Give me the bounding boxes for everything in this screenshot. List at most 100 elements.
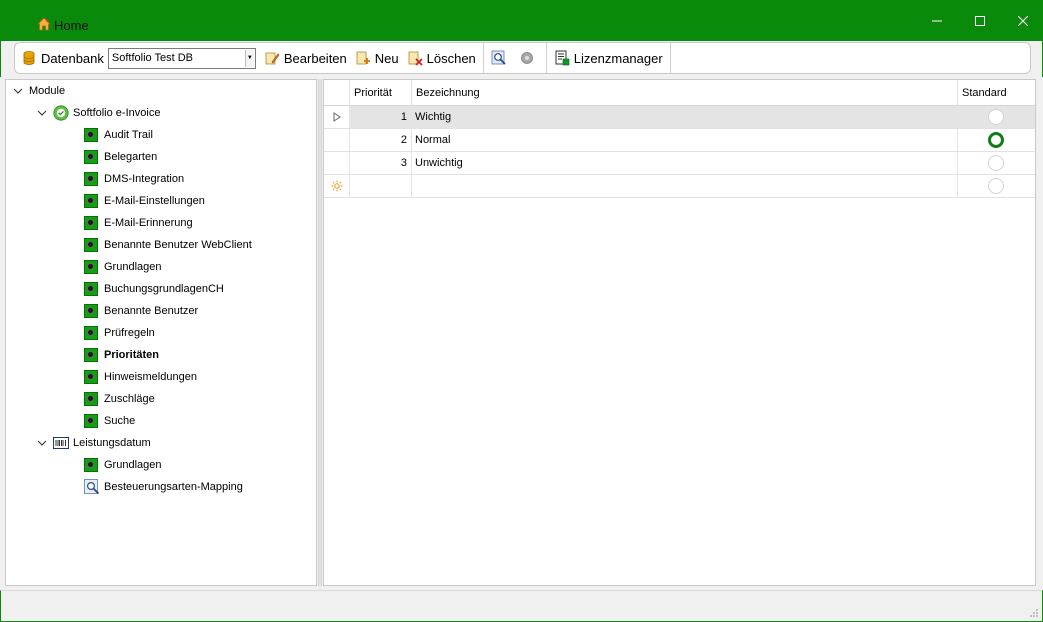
- tree-item-benannte-benutzer-webclient[interactable]: Benannte Benutzer WebClient: [84, 234, 252, 256]
- standard-radio[interactable]: [988, 132, 1004, 148]
- gear-icon: [84, 392, 98, 406]
- cell-prioritaet[interactable]: 1: [350, 106, 412, 128]
- tree-item-dms-integration[interactable]: DMS-Integration: [84, 168, 184, 190]
- gear-icon: [84, 194, 98, 208]
- grid-header: Priorität Bezeichnung Standard: [324, 80, 1035, 106]
- database-select[interactable]: Softfolio Test DB ▼: [107, 47, 256, 69]
- minimize-button[interactable]: [914, 6, 960, 36]
- search-document-icon: [491, 50, 506, 65]
- gear-icon: [84, 128, 98, 142]
- tree-item-label: Suche: [104, 415, 136, 427]
- gear-icon: [84, 458, 98, 472]
- tree-node-label: Softfolio e-Invoice: [73, 107, 161, 119]
- row-indicator[interactable]: [324, 106, 350, 128]
- settings-button[interactable]: [515, 43, 543, 73]
- current-row-arrow-icon: [333, 112, 341, 122]
- chevron-down-icon[interactable]: [37, 438, 47, 448]
- gear-icon: [84, 370, 98, 384]
- chevron-down-icon[interactable]: ▼: [244, 49, 254, 67]
- chevron-down-icon[interactable]: [13, 86, 23, 96]
- column-header-prioritaet[interactable]: Priorität: [350, 80, 412, 106]
- edit-button[interactable]: Bearbeiten: [260, 43, 351, 73]
- tree-item-e-mail-einstellungen[interactable]: E-Mail-Einstellungen: [84, 190, 205, 212]
- cell-standard[interactable]: [958, 152, 1035, 174]
- tree-node-module[interactable]: Module: [13, 80, 65, 102]
- cell-prioritaet[interactable]: 3: [350, 152, 412, 174]
- tree-item-besteuerungsarten-mapping[interactable]: Besteuerungsarten-Mapping: [84, 476, 243, 498]
- chevron-down-icon[interactable]: [37, 108, 47, 118]
- standard-radio[interactable]: [988, 178, 1004, 194]
- grid-new-row[interactable]: [324, 175, 1035, 198]
- cell-value: Normal: [415, 134, 451, 146]
- tree-item-belegarten[interactable]: Belegarten: [84, 146, 157, 168]
- cell-value: Wichtig: [415, 111, 452, 123]
- grid-row[interactable]: 1 Wichtig: [324, 106, 1035, 129]
- cell-bezeichnung[interactable]: [412, 175, 958, 197]
- column-header-standard[interactable]: Standard: [958, 80, 1035, 106]
- cell-bezeichnung[interactable]: Wichtig: [412, 106, 958, 128]
- database-icon: [23, 51, 35, 65]
- panel-splitter[interactable]: [318, 79, 322, 586]
- edit-label: Bearbeiten: [283, 50, 347, 66]
- license-manager-button[interactable]: Lizenzmanager: [550, 43, 667, 73]
- column-header-label: Standard: [962, 87, 1007, 99]
- cell-standard[interactable]: [958, 106, 1035, 128]
- tree-node-leistungsdatum[interactable]: Leistungsdatum: [37, 432, 151, 454]
- tree-item-e-mail-erinnerung[interactable]: E-Mail-Erinnerung: [84, 212, 193, 234]
- grid-row[interactable]: 2 Normal: [324, 129, 1035, 152]
- database-label-group: Datenbank: [15, 43, 108, 73]
- tree-item-suche[interactable]: Suche: [84, 410, 135, 432]
- tree-item-label: Prioritäten: [104, 349, 160, 361]
- standard-radio[interactable]: [988, 109, 1004, 125]
- cell-standard[interactable]: [958, 129, 1035, 151]
- cell-bezeichnung[interactable]: Normal: [412, 129, 958, 151]
- cell-value: Unwichtig: [415, 157, 463, 169]
- gear-icon: [84, 348, 98, 362]
- e-invoice-icon: [53, 105, 69, 121]
- maximize-button[interactable]: [957, 6, 1003, 36]
- gear-icon: [84, 414, 98, 428]
- tree-item-hinweismeldungen[interactable]: Hinweismeldungen: [84, 366, 197, 388]
- tree-item-label: Benannte Benutzer WebClient: [104, 239, 252, 251]
- cell-bezeichnung[interactable]: Unwichtig: [412, 152, 958, 174]
- cell-standard[interactable]: [958, 175, 1035, 197]
- close-button[interactable]: [1000, 6, 1043, 36]
- tree-item-prüfregeln[interactable]: Prüfregeln: [84, 322, 155, 344]
- standard-radio[interactable]: [988, 155, 1004, 171]
- tree-item-zuschläge[interactable]: Zuschläge: [84, 388, 155, 410]
- tree-item-label: Grundlagen: [104, 459, 162, 471]
- tree-node-softfolio-e-invoice[interactable]: Softfolio e-Invoice: [37, 102, 160, 124]
- tree-item-label: DMS-Integration: [104, 173, 185, 185]
- delete-button[interactable]: Löschen: [403, 43, 480, 73]
- gear-icon: [84, 238, 98, 252]
- cell-prioritaet[interactable]: 2: [350, 129, 412, 151]
- license-icon: [555, 50, 570, 66]
- tree-item-label: E-Mail-Erinnerung: [104, 217, 193, 229]
- cell-value: 1: [400, 111, 407, 123]
- search-button[interactable]: [487, 43, 515, 73]
- toolbar: Datenbank Softfolio Test DB ▼ Bearbeiten…: [14, 42, 1031, 74]
- resize-grip-icon[interactable]: [1029, 608, 1039, 618]
- tree-item-label: Audit Trail: [104, 129, 153, 141]
- new-row-sun-icon: [331, 180, 342, 192]
- tree-item-benannte-benutzer[interactable]: Benannte Benutzer: [84, 300, 198, 322]
- grid-row[interactable]: 3 Unwichtig: [324, 152, 1035, 175]
- column-header-bezeichnung[interactable]: Bezeichnung: [412, 80, 958, 106]
- cell-prioritaet[interactable]: [350, 175, 412, 197]
- row-indicator-header: [324, 80, 350, 106]
- tree-item-grundlagen-leistung[interactable]: Grundlagen: [84, 454, 162, 476]
- row-indicator[interactable]: [324, 152, 350, 174]
- tree-item-buchungsgrundlagench[interactable]: BuchungsgrundlagenCH: [84, 278, 224, 300]
- minimize-icon: [932, 20, 942, 22]
- tree-item-grundlagen[interactable]: Grundlagen: [84, 256, 162, 278]
- tree-item-prioritäten[interactable]: Prioritäten: [84, 344, 159, 366]
- new-button[interactable]: Neu: [351, 43, 403, 73]
- tree-item-label: Grundlagen: [104, 261, 162, 273]
- tree-item-audit-trail[interactable]: Audit Trail: [84, 124, 153, 146]
- tree-item-label: Prüfregeln: [104, 327, 155, 339]
- row-indicator[interactable]: [324, 129, 350, 151]
- database-label: Datenbank: [41, 50, 104, 66]
- priorities-grid: Priorität Bezeichnung Standard 1 Wichtig 2…: [323, 79, 1036, 586]
- gear-icon: [84, 282, 98, 296]
- tree-node-label: Leistungsdatum: [73, 437, 151, 449]
